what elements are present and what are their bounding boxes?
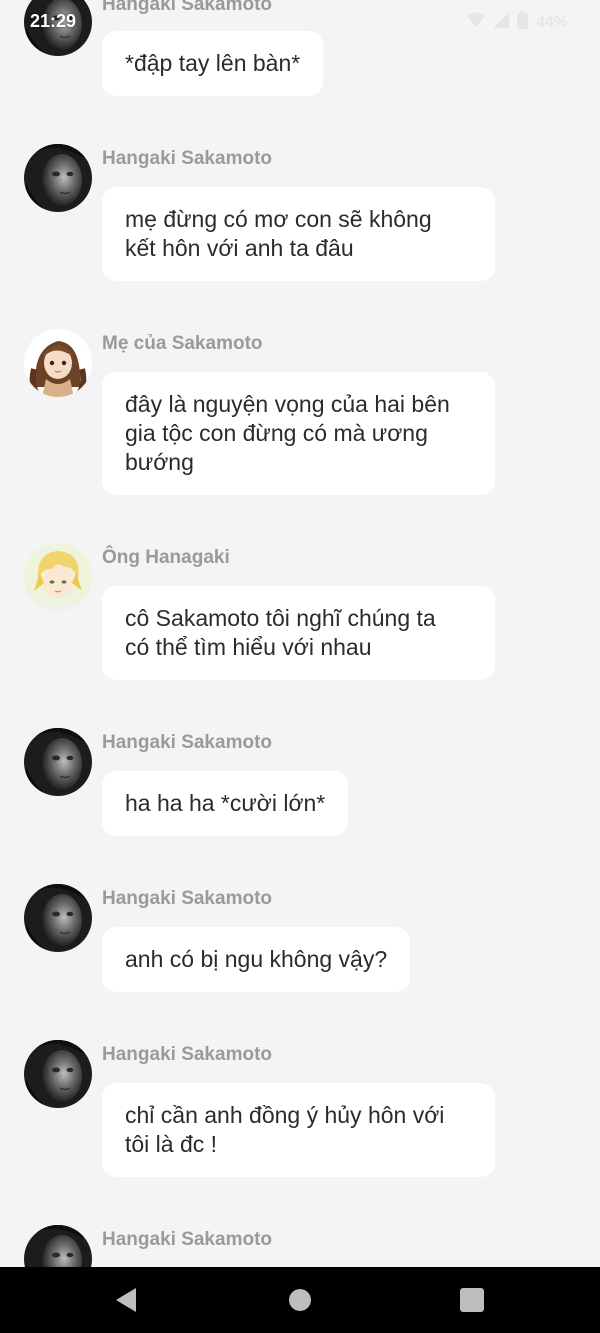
battery-percentage: 44%	[535, 13, 568, 31]
message-bubble[interactable]: anh có bị ngu không vậy?	[102, 927, 411, 992]
status-time: 21:29	[30, 11, 77, 31]
status-bar: 21:29 44%	[0, 0, 600, 44]
message-bubble[interactable]: ha ha ha *cười lớn*	[102, 771, 349, 836]
woman-bw-portrait-avatar	[24, 884, 92, 952]
message-bubble[interactable]: đây là nguyện vọng của hai bên gia tộc c…	[102, 372, 495, 495]
back-icon	[116, 1288, 136, 1312]
sender-name: Ông Hanagaki	[102, 547, 230, 568]
woman-bw-portrait-avatar	[24, 1040, 92, 1108]
message-bubble[interactable]: mẹ đừng có mơ con sẽ không kết hôn với a…	[102, 187, 495, 281]
sender-name: Hangaki Sakamoto	[102, 1229, 272, 1250]
recents-icon	[460, 1288, 484, 1312]
woman-bw-portrait-avatar	[24, 144, 92, 212]
anime-girl-avatar	[24, 329, 92, 397]
chat-list[interactable]: Hangaki Sakamoto *đập tay lên bàn* Hanga…	[0, 0, 600, 1267]
sender-name: Hangaki Sakamoto	[102, 1044, 272, 1065]
battery-icon	[516, 11, 528, 34]
sender-name: Hangaki Sakamoto	[102, 148, 272, 169]
avatar[interactable]	[24, 1040, 92, 1108]
avatar[interactable]	[24, 144, 92, 212]
message-bubble[interactable]: cô Sakamoto tôi nghĩ chúng ta có thể tìm…	[102, 586, 495, 680]
avatar[interactable]	[24, 543, 92, 611]
sender-name: Mẹ của Sakamoto	[102, 333, 263, 354]
avatar[interactable]	[24, 329, 92, 397]
avatar[interactable]	[24, 1225, 92, 1267]
sender-name: Hangaki Sakamoto	[102, 732, 272, 753]
avatar[interactable]	[24, 884, 92, 952]
status-icons: 44%	[466, 11, 568, 34]
anime-boy-avatar	[24, 543, 92, 611]
avatar[interactable]	[24, 728, 92, 796]
recents-button[interactable]	[432, 1267, 512, 1333]
woman-bw-portrait-avatar	[24, 1225, 92, 1267]
sender-name: Hangaki Sakamoto	[102, 888, 272, 909]
nav-bar	[0, 1267, 600, 1333]
home-icon	[289, 1289, 311, 1311]
wifi-icon	[466, 12, 485, 33]
cell-signal-icon	[492, 12, 509, 33]
home-button[interactable]	[260, 1267, 340, 1333]
message-bubble[interactable]: chỉ cần anh đồng ý hủy hôn với tôi là đc…	[102, 1083, 495, 1177]
woman-bw-portrait-avatar	[24, 728, 92, 796]
back-button[interactable]	[86, 1267, 166, 1333]
